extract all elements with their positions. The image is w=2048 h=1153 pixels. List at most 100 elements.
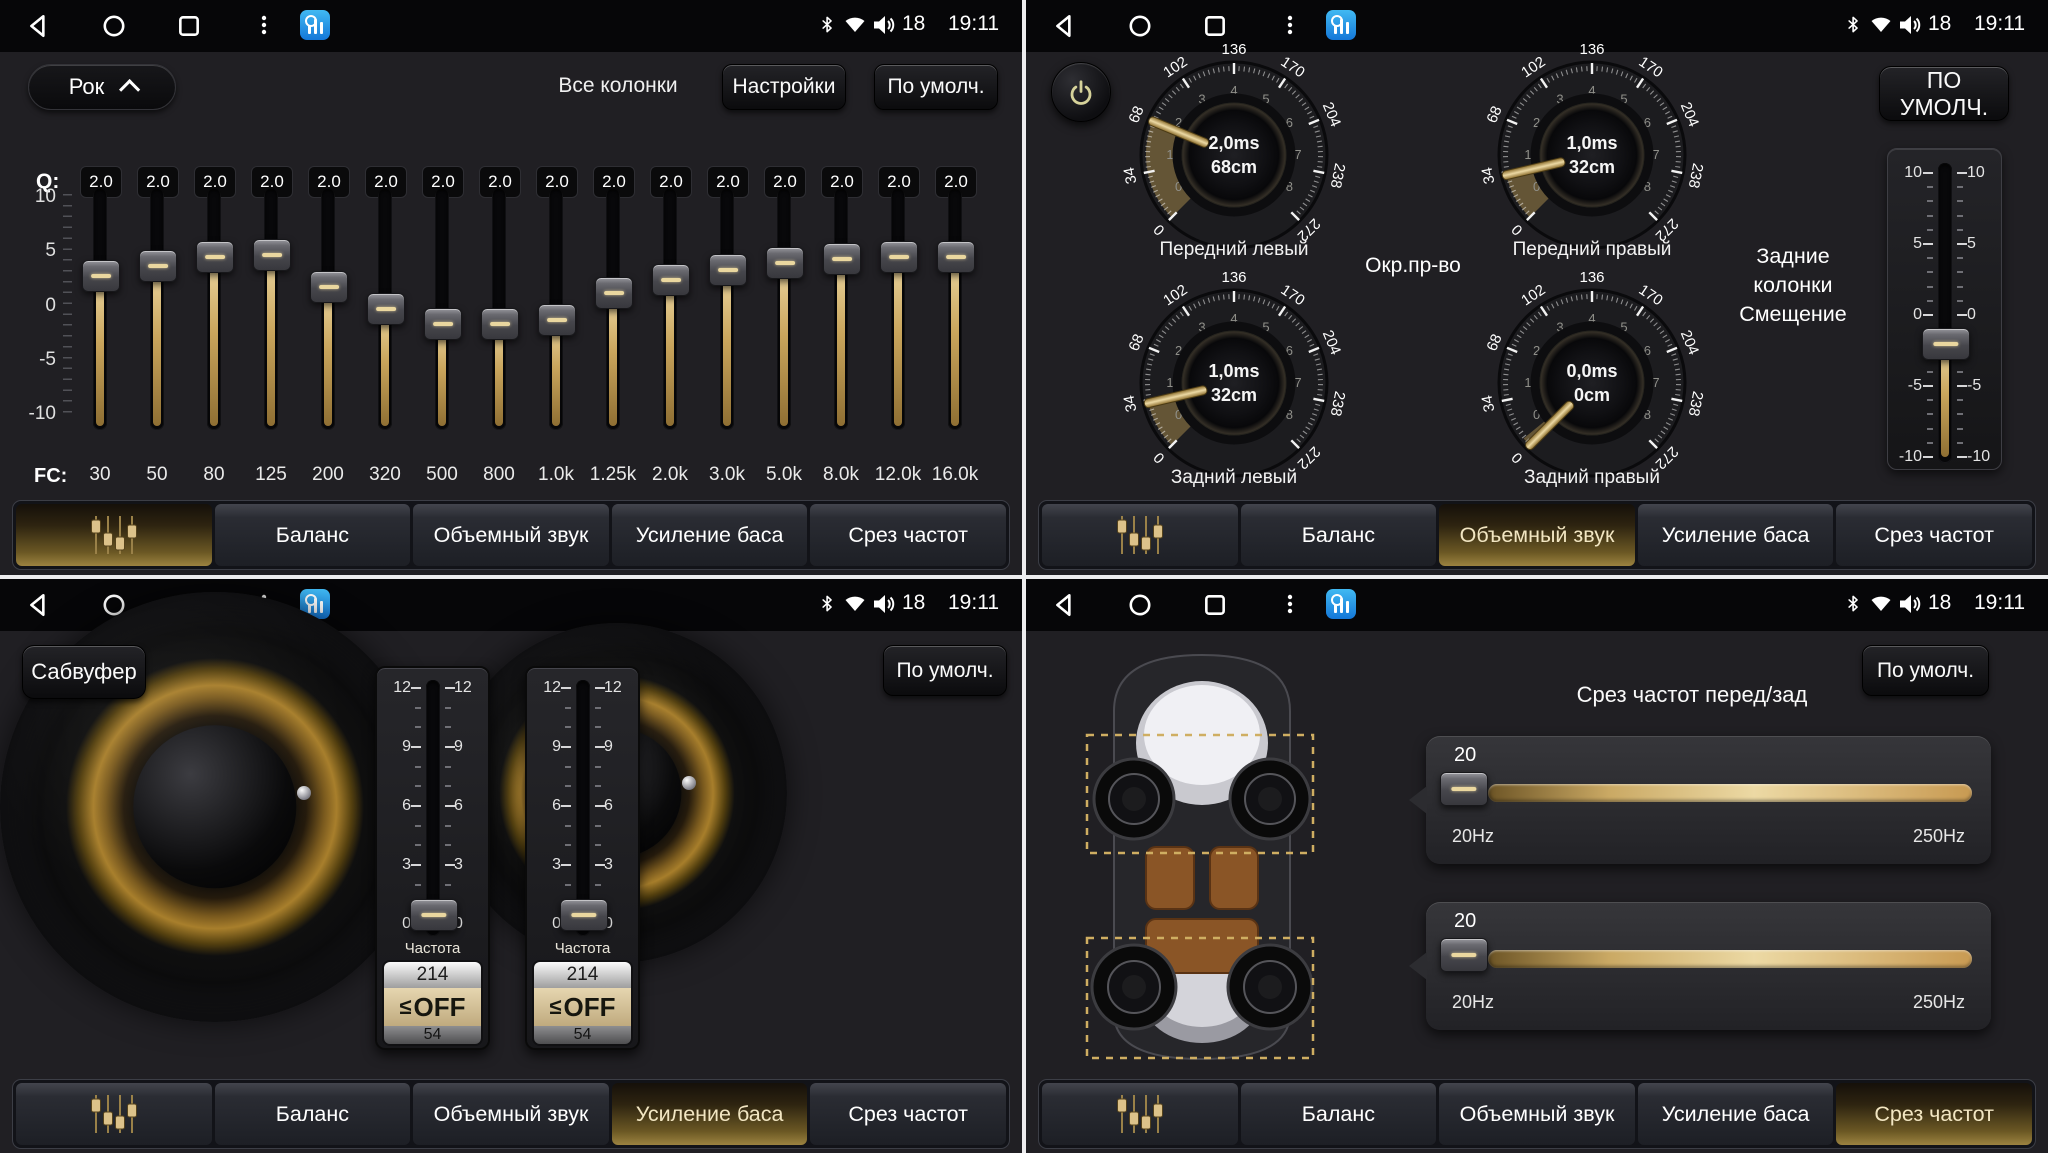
back-button[interactable] <box>1052 592 1078 623</box>
scale-tick-minor <box>415 785 421 787</box>
tab-crossover[interactable]: Срез частот <box>810 504 1006 566</box>
delay-knob-dial[interactable]: 034681021361702042382720123456780,0ms0cm <box>1447 243 1737 533</box>
tab-crossover[interactable]: Срез частот <box>1836 1083 2032 1145</box>
picker-item-below[interactable]: 54 <box>534 1026 631 1044</box>
eq-slider-fill <box>780 262 788 426</box>
recents-button[interactable] <box>1202 592 1228 623</box>
status-bar: 1819:11 <box>1026 579 2048 631</box>
tab-surround[interactable]: Объемный звук <box>413 504 609 566</box>
tab-crossover[interactable]: Срез частот <box>810 1083 1006 1145</box>
scale-tick <box>1957 314 1967 316</box>
preset-selector[interactable]: Рок <box>28 64 176 110</box>
default-button[interactable]: По умолч. <box>874 64 998 110</box>
picker-item-below[interactable]: 54 <box>384 1026 481 1044</box>
tab-label: Усиление баса <box>1662 1102 1810 1127</box>
tab-balance[interactable]: Баланс <box>215 504 411 566</box>
eq-slider-handle[interactable] <box>310 271 348 303</box>
tab-surround[interactable]: Объемный звук <box>1439 504 1635 566</box>
eq-slider-handle[interactable] <box>709 254 747 286</box>
fc-value: 320 <box>355 464 415 486</box>
scale-label: -10 <box>1967 448 1991 466</box>
eq-slider-handle[interactable] <box>538 304 576 336</box>
crossover-track[interactable] <box>1488 950 1972 968</box>
eq-slider-handle[interactable] <box>367 293 405 325</box>
eq-slider-handle[interactable] <box>253 239 291 271</box>
eq-slider-handle[interactable] <box>937 241 975 273</box>
scale-tick <box>595 746 605 748</box>
tab-balance[interactable]: Баланс <box>1241 504 1437 566</box>
eq-slider-handle[interactable] <box>652 264 690 296</box>
page-title: Срез частот перед/зад <box>1426 682 1958 708</box>
tab-equalizer[interactable] <box>1042 504 1238 566</box>
eq-slider-handle[interactable] <box>82 260 120 292</box>
tab-crossover[interactable]: Срез частот <box>1836 504 2032 566</box>
crossover-handle[interactable] <box>1440 772 1488 806</box>
tab-bass-boost[interactable]: Усиление баса <box>612 504 808 566</box>
scale-tick <box>595 687 605 689</box>
tab-balance[interactable]: Баланс <box>215 1083 411 1145</box>
offset-label-line: Смещение <box>1714 300 1872 329</box>
scale-tick-minor <box>1957 442 1963 444</box>
vertical-slider-handle[interactable] <box>410 899 458 931</box>
eq-slider-handle[interactable] <box>595 277 633 309</box>
picker-item-above[interactable]: 214 <box>534 962 631 988</box>
scale-label: 10 <box>1898 164 1922 182</box>
menu-button[interactable] <box>1278 592 1302 621</box>
app-icon[interactable] <box>1326 589 1356 619</box>
picker-item-above[interactable]: 214 <box>384 962 481 988</box>
frequency-picker[interactable]: 214≤OFF54 <box>382 960 483 1046</box>
tab-surround[interactable]: Объемный звук <box>1439 1083 1635 1145</box>
car-top-view <box>1084 647 1320 1067</box>
tab-bass-boost[interactable]: Усиление баса <box>1638 1083 1834 1145</box>
default-button[interactable]: По умолч. <box>883 645 1007 696</box>
app-icon[interactable] <box>300 10 330 40</box>
picker-item-selected[interactable]: ≤OFF <box>384 988 481 1026</box>
delay-knob-dial[interactable]: 034681021361702042382720123456781,0ms32c… <box>1089 243 1379 533</box>
scale-tick-minor <box>1927 399 1933 401</box>
tab-equalizer[interactable] <box>1042 1083 1238 1145</box>
subwoofer-button[interactable]: Сабвуфер <box>22 645 146 699</box>
tab-bass-boost[interactable]: Усиление баса <box>1638 504 1834 566</box>
scale-label: 0 <box>537 915 561 933</box>
tab-surround[interactable]: Объемный звук <box>413 1083 609 1145</box>
settings-button[interactable]: Настройки <box>722 64 846 110</box>
menu-button[interactable] <box>252 13 276 42</box>
scale-tick-minor <box>445 766 451 768</box>
vertical-slider-track[interactable] <box>426 680 440 936</box>
back-button[interactable] <box>1052 13 1078 44</box>
recents-button[interactable] <box>176 13 202 44</box>
eq-slider-handle[interactable] <box>880 241 918 273</box>
scale-tick <box>1923 314 1933 316</box>
vertical-slider-track[interactable] <box>576 680 590 936</box>
home-button[interactable] <box>101 13 127 44</box>
scale-label: 0 <box>387 915 411 933</box>
eq-slider-fill <box>210 256 218 426</box>
tab-equalizer[interactable] <box>16 504 212 566</box>
eq-slider-handle[interactable] <box>766 247 804 279</box>
fc-value: 800 <box>469 464 529 486</box>
vertical-slider-handle[interactable] <box>1922 328 1970 360</box>
home-button[interactable] <box>1127 592 1153 623</box>
bluetooth-icon <box>1844 13 1863 41</box>
frequency-picker[interactable]: 214≤OFF54 <box>532 960 633 1046</box>
default-button[interactable]: ПО УМОЛЧ. <box>1879 66 2009 121</box>
knob-caption: Задний правый <box>1472 467 1712 489</box>
eq-slider-handle[interactable] <box>139 250 177 282</box>
eq-slider-handle[interactable] <box>823 243 861 275</box>
vertical-slider-handle[interactable] <box>560 899 608 931</box>
eq-slider-handle[interactable] <box>196 241 234 273</box>
back-button[interactable] <box>26 13 52 44</box>
scale-tick <box>561 864 571 866</box>
tab-balance[interactable]: Баланс <box>1241 1083 1437 1145</box>
back-button[interactable] <box>26 592 52 623</box>
crossover-track[interactable] <box>1488 784 1972 802</box>
eq-slider-handle[interactable] <box>424 308 462 340</box>
tab-equalizer[interactable] <box>16 1083 212 1145</box>
tab-label: Объемный звук <box>434 523 589 548</box>
crossover-handle[interactable] <box>1440 938 1488 972</box>
scale-label: -5 <box>1967 377 1991 395</box>
eq-slider-handle[interactable] <box>481 308 519 340</box>
distance-value: 32cm <box>1211 385 1257 405</box>
tab-bass-boost[interactable]: Усиление баса <box>612 1083 808 1145</box>
picker-item-selected[interactable]: ≤OFF <box>534 988 631 1026</box>
